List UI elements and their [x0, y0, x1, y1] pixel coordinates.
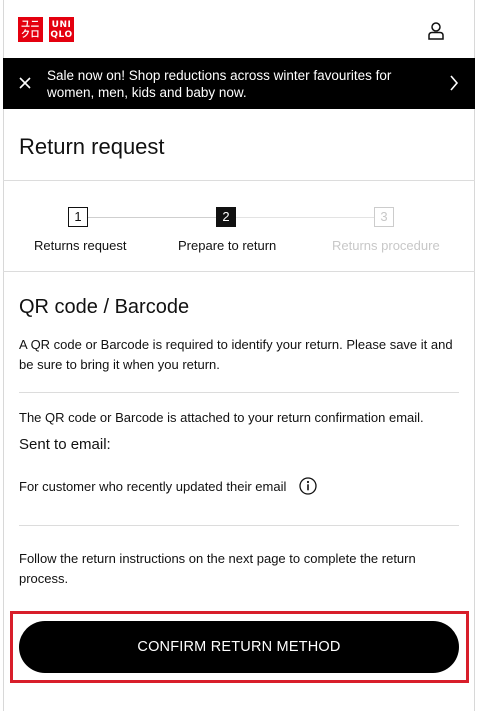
- divider: [3, 180, 475, 181]
- chevron-right-icon[interactable]: [449, 75, 459, 91]
- divider: [19, 525, 459, 526]
- banner-text[interactable]: Sale now on! Shop reductions across wint…: [47, 67, 437, 101]
- section-title: QR code / Barcode: [19, 296, 190, 318]
- updated-email-text: For customer who recently updated their …: [19, 478, 287, 494]
- attached-text: The QR code or Barcode is attached to yo…: [19, 410, 424, 425]
- sent-to-email-label: Sent to email:: [19, 436, 111, 453]
- logo-text-top: UNI: [51, 19, 72, 30]
- account-icon[interactable]: [428, 22, 444, 40]
- confirm-return-method-button[interactable]: CONFIRM RETURN METHOD: [19, 621, 459, 673]
- step-1-number: 1: [68, 207, 88, 227]
- step-connector: [236, 217, 374, 218]
- step-connector: [88, 217, 216, 218]
- divider: [19, 392, 459, 393]
- step-2-number: 2: [216, 207, 236, 227]
- logo-latin-box: UNI QLO: [49, 17, 74, 42]
- page-title: Return request: [19, 134, 165, 159]
- step-1-label: Returns request: [34, 238, 127, 253]
- close-icon[interactable]: [17, 75, 33, 91]
- logo-kana-bottom: クロ: [20, 29, 40, 40]
- step-3-label: Returns procedure: [332, 238, 440, 253]
- info-icon[interactable]: [299, 477, 318, 495]
- logo-text-bottom: QLO: [50, 29, 73, 40]
- logo-kana-box: ユニ クロ: [18, 17, 43, 42]
- updated-email-row: For customer who recently updated their …: [19, 477, 318, 495]
- divider: [3, 271, 475, 272]
- follow-instructions-text: Follow the return instructions on the ne…: [19, 551, 416, 586]
- qr-intro-text: A QR code or Barcode is required to iden…: [19, 337, 453, 372]
- step-3-number: 3: [374, 207, 394, 227]
- site-header: ユニ クロ UNI QLO: [0, 0, 478, 58]
- uniqlo-logo[interactable]: ユニ クロ UNI QLO: [18, 17, 74, 42]
- step-2-label: Prepare to return: [178, 238, 277, 253]
- promo-banner: Sale now on! Shop reductions across wint…: [3, 58, 475, 109]
- logo-kana-top: ユニ: [20, 19, 40, 30]
